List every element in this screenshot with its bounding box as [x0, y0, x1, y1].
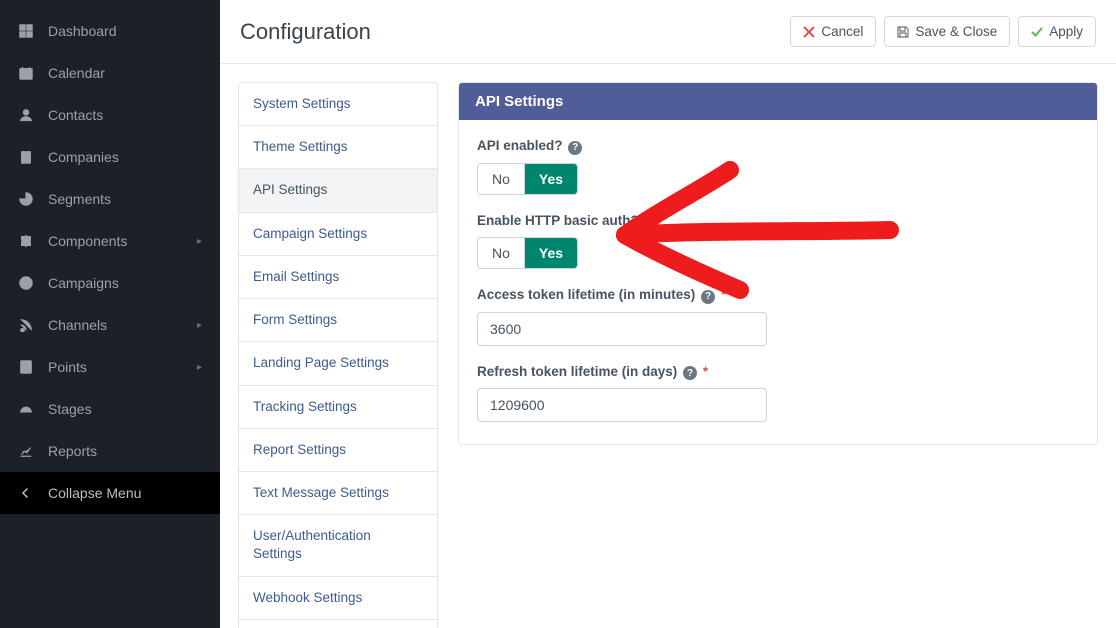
collapse-menu-label: Collapse Menu	[48, 485, 202, 501]
sidebar-item-companies[interactable]: Companies	[0, 136, 220, 178]
save-close-button-label: Save & Close	[915, 24, 997, 39]
check-icon	[1031, 26, 1043, 38]
sidebar-item-label: Campaigns	[48, 275, 202, 291]
sidebar-item-calendar[interactable]: Calendar	[0, 52, 220, 94]
tab-landing-page-settings[interactable]: Landing Page Settings	[239, 342, 437, 385]
tab-email-settings[interactable]: Email Settings	[239, 256, 437, 299]
sidebar-item-label: Channels	[48, 317, 197, 333]
save-close-button[interactable]: Save & Close	[884, 16, 1010, 47]
building-icon	[18, 149, 34, 165]
api-enabled-yes[interactable]: Yes	[524, 164, 577, 194]
sidebar-item-label: Points	[48, 359, 197, 375]
access-token-input[interactable]	[477, 312, 767, 346]
tab-form-settings[interactable]: Form Settings	[239, 299, 437, 342]
sidebar-item-reports[interactable]: Reports	[0, 430, 220, 472]
help-icon[interactable]: ?	[701, 290, 715, 304]
settings-tabs: System SettingsTheme SettingsAPI Setting…	[238, 82, 438, 628]
api-enabled-toggle[interactable]: No Yes	[477, 163, 578, 195]
page-title: Configuration	[240, 19, 790, 45]
tab-campaign-settings[interactable]: Campaign Settings	[239, 213, 437, 256]
api-enabled-label: API enabled? ?	[477, 138, 1079, 155]
user-icon	[18, 107, 34, 123]
help-icon[interactable]: ?	[683, 366, 697, 380]
apply-button-label: Apply	[1049, 24, 1083, 39]
chevron-left-icon	[18, 485, 34, 501]
sidebar-item-label: Calendar	[48, 65, 202, 81]
http-basic-label: Enable HTTP basic auth? ?	[477, 213, 1079, 230]
sidebar-item-label: Segments	[48, 191, 202, 207]
api-enabled-no[interactable]: No	[478, 164, 524, 194]
sidebar-item-contacts[interactable]: Contacts	[0, 94, 220, 136]
calendar-icon	[18, 65, 34, 81]
sidebar-item-label: Stages	[48, 401, 202, 417]
sidebar-item-channels[interactable]: Channels▸	[0, 304, 220, 346]
tab-social-settings[interactable]: Social Settings	[239, 620, 437, 628]
tab-system-settings[interactable]: System Settings	[239, 83, 437, 126]
tab-webhook-settings[interactable]: Webhook Settings	[239, 577, 437, 620]
sidebar-item-points[interactable]: Points▸	[0, 346, 220, 388]
panel-title: API Settings	[459, 83, 1097, 120]
refresh-token-input[interactable]	[477, 388, 767, 422]
sidebar-item-components[interactable]: Components▸	[0, 220, 220, 262]
access-token-label: Access token lifetime (in minutes) ? *	[477, 287, 1079, 304]
api-settings-panel: API Settings API enabled? ? No Yes	[458, 82, 1098, 445]
sidebar-item-label: Companies	[48, 149, 202, 165]
puzzle-icon	[18, 233, 34, 249]
tab-api-settings[interactable]: API Settings	[239, 169, 437, 212]
sidebar-item-segments[interactable]: Segments	[0, 178, 220, 220]
help-icon[interactable]: ?	[568, 141, 582, 155]
chevron-right-icon: ▸	[197, 320, 202, 331]
sidebar-item-label: Reports	[48, 443, 202, 459]
tab-tracking-settings[interactable]: Tracking Settings	[239, 386, 437, 429]
pie-icon	[18, 191, 34, 207]
tab-report-settings[interactable]: Report Settings	[239, 429, 437, 472]
http-basic-yes[interactable]: Yes	[524, 238, 577, 268]
save-icon	[897, 26, 909, 38]
sidebar-item-campaigns[interactable]: Campaigns	[0, 262, 220, 304]
sidebar-item-dashboard[interactable]: Dashboard	[0, 10, 220, 52]
required-indicator: *	[721, 287, 726, 302]
rss-icon	[18, 317, 34, 333]
sidebar-item-label: Components	[48, 233, 197, 249]
tab-user-authentication-settings[interactable]: User/Authentication Settings	[239, 515, 437, 576]
topbar: Configuration Cancel Save & Close	[220, 0, 1116, 64]
chevron-right-icon: ▸	[197, 362, 202, 373]
gauge-icon	[18, 401, 34, 417]
sidebar-item-label: Contacts	[48, 107, 202, 123]
chevron-right-icon: ▸	[197, 236, 202, 247]
clock-icon	[18, 275, 34, 291]
grid-icon	[18, 23, 34, 39]
required-indicator: *	[703, 364, 708, 379]
sidebar: Dashboard Calendar Contacts Companies Segmen…	[0, 0, 220, 628]
sidebar-item-label: Dashboard	[48, 23, 202, 39]
close-icon	[803, 26, 815, 38]
sidebar-item-stages[interactable]: Stages	[0, 388, 220, 430]
calc-icon	[18, 359, 34, 375]
tab-theme-settings[interactable]: Theme Settings	[239, 126, 437, 169]
tab-text-message-settings[interactable]: Text Message Settings	[239, 472, 437, 515]
http-basic-toggle[interactable]: No Yes	[477, 237, 578, 269]
cancel-button-label: Cancel	[821, 24, 863, 39]
collapse-menu[interactable]: Collapse Menu	[0, 472, 220, 514]
apply-button[interactable]: Apply	[1018, 16, 1096, 47]
http-basic-no[interactable]: No	[478, 238, 524, 268]
cancel-button[interactable]: Cancel	[790, 16, 876, 47]
help-icon[interactable]: ?	[645, 215, 659, 229]
refresh-token-label: Refresh token lifetime (in days) ? *	[477, 364, 1079, 381]
chart-icon	[18, 443, 34, 459]
